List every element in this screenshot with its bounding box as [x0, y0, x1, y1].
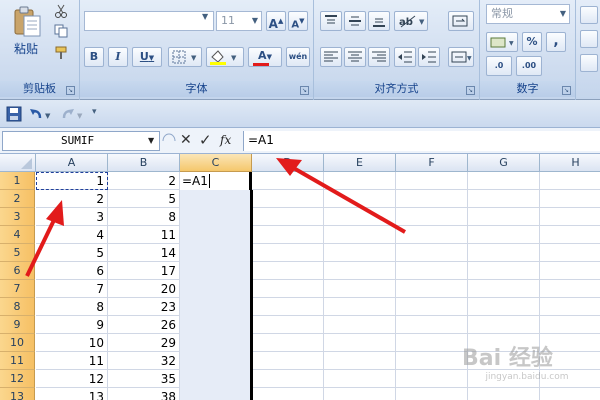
arrow-to-formula: [276, 158, 406, 234]
watermark-url: jingyan.baidu.com: [485, 372, 569, 382]
watermark-brand: Bai 经验: [462, 346, 553, 371]
arrow-to-a1: [25, 200, 64, 277]
baidu-watermark: Bai 经验 jingyan.baidu.com: [462, 340, 592, 386]
